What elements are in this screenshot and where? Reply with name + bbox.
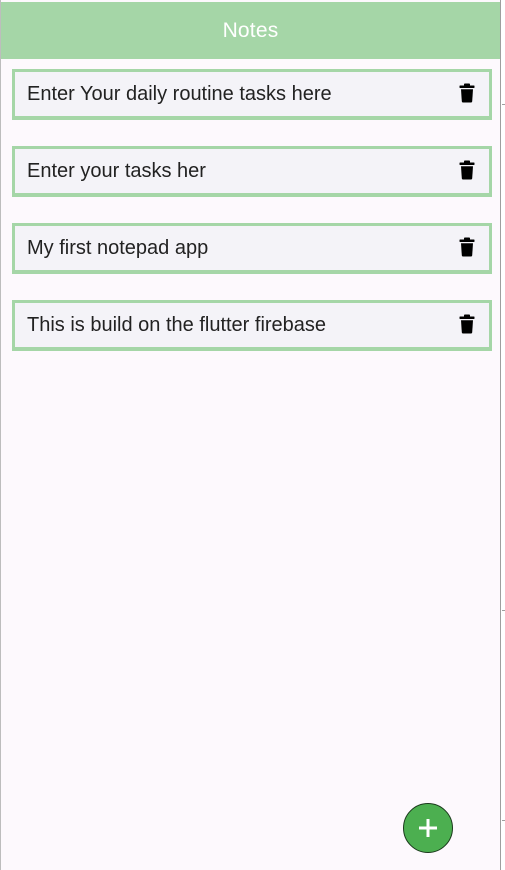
trash-icon[interactable] — [459, 314, 475, 334]
app-window: Notes Enter Your daily routine tasks her… — [0, 0, 501, 870]
plus-icon — [417, 817, 439, 839]
note-item[interactable]: Enter Your daily routine tasks here — [12, 69, 492, 120]
note-text: Enter Your daily routine tasks here — [27, 82, 332, 105]
note-text: My first notepad app — [27, 236, 209, 259]
note-text: Enter your tasks her — [27, 159, 206, 182]
note-item[interactable]: My first notepad app — [12, 223, 492, 274]
note-text: This is build on the flutter firebase — [27, 313, 327, 336]
trash-icon[interactable] — [459, 160, 475, 180]
note-item[interactable]: This is build on the flutter firebase — [12, 300, 492, 351]
note-item[interactable]: Enter your tasks her — [12, 146, 492, 197]
trash-icon[interactable] — [459, 83, 475, 103]
trash-icon[interactable] — [459, 237, 475, 257]
page-title: Notes — [222, 18, 279, 42]
add-note-button[interactable] — [403, 803, 453, 853]
notes-list: Enter Your daily routine tasks here Ente… — [12, 69, 492, 377]
app-bar: Notes — [1, 2, 500, 59]
